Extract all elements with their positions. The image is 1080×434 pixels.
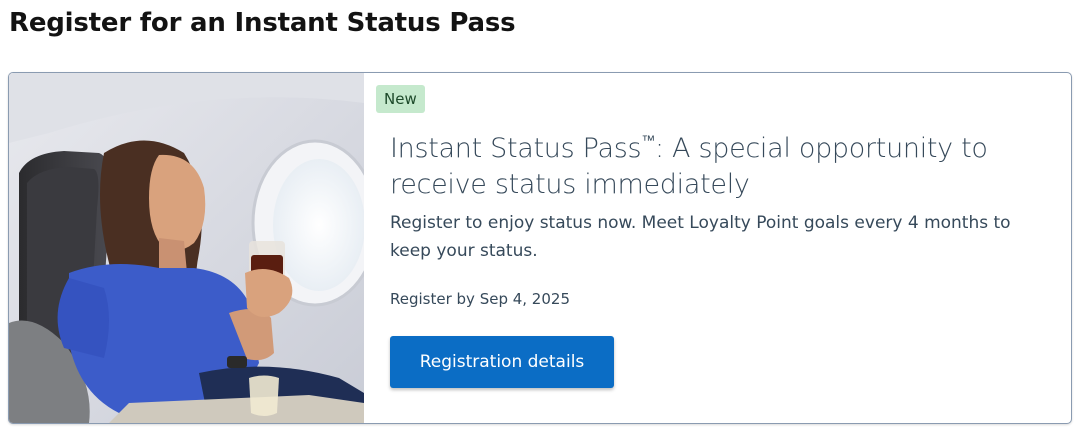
hero-image — [9, 73, 364, 423]
card-headline: Instant Status Pass™: A special opportun… — [390, 123, 1030, 203]
trademark-symbol: ™ — [641, 133, 655, 149]
headline-main: Instant Status Pass — [390, 133, 642, 164]
registration-details-button[interactable]: Registration details — [390, 336, 614, 388]
register-deadline: Register by Sep 4, 2025 — [390, 290, 570, 308]
new-badge: New — [376, 85, 425, 113]
card-description: Register to enjoy status now. Meet Loyal… — [390, 213, 1011, 261]
card-content: New Instant Status Pass™: A special oppo… — [375, 73, 1061, 423]
page-title: Register for an Instant Status Pass — [9, 8, 516, 38]
promo-card: New Instant Status Pass™: A special oppo… — [8, 72, 1072, 424]
